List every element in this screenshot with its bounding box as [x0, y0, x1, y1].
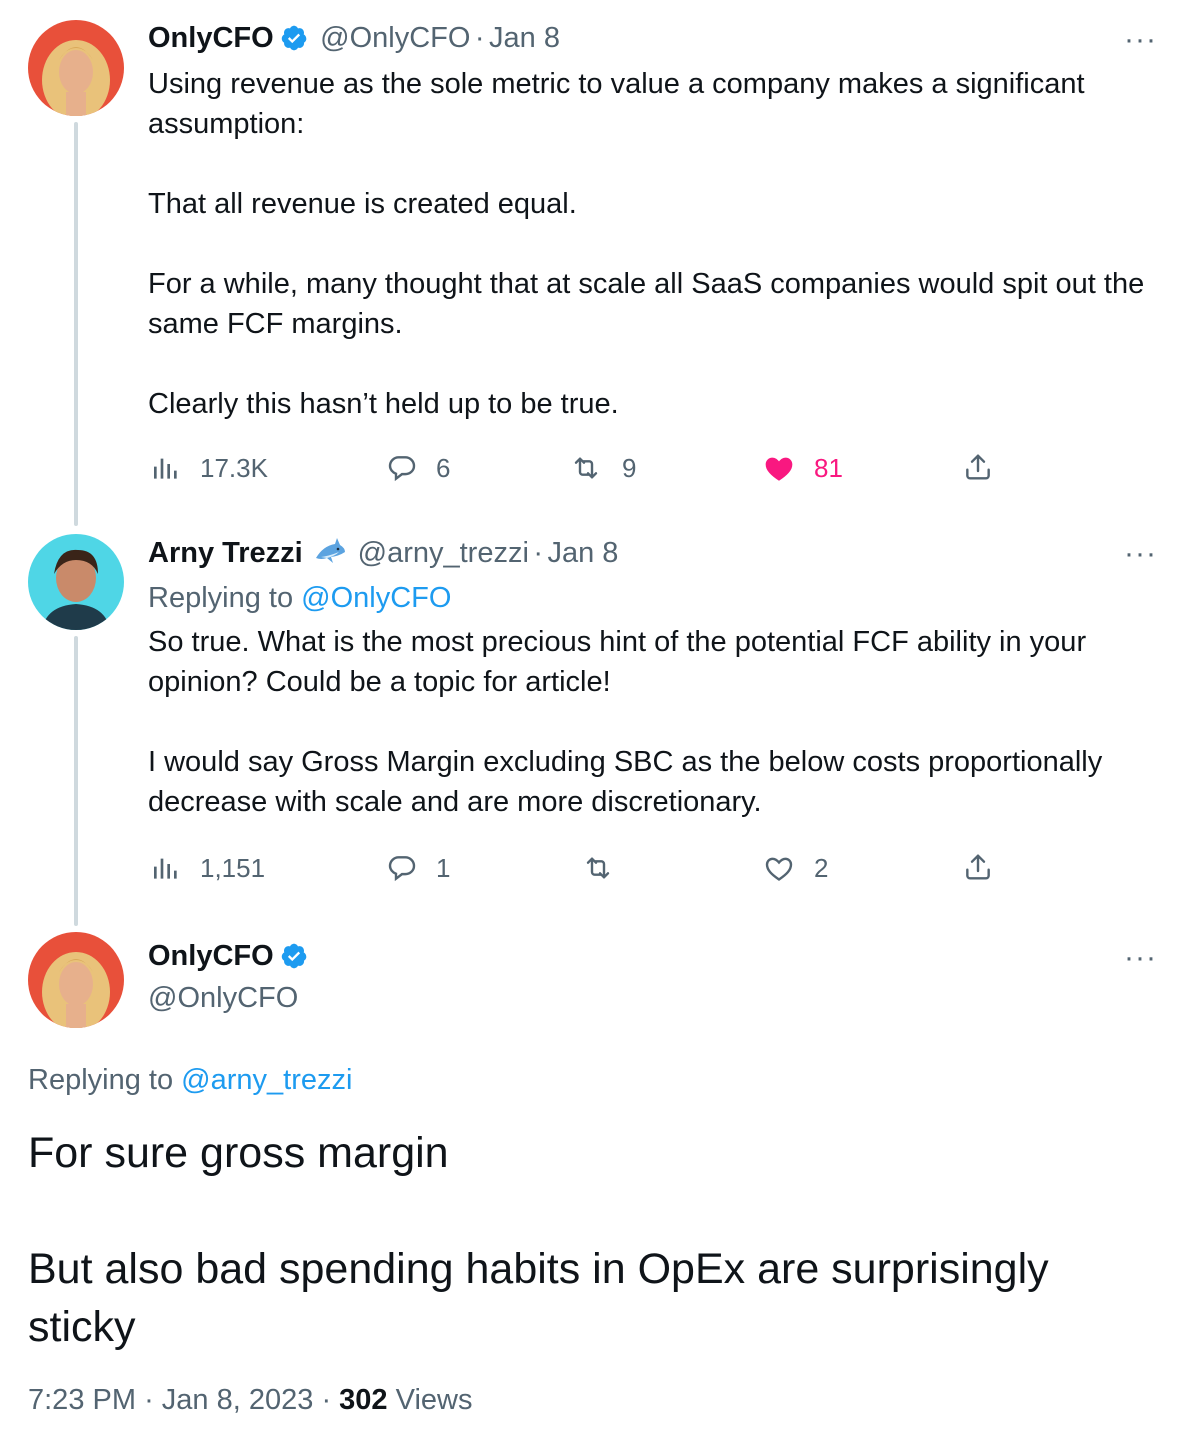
tweet-time[interactable]: 7:23 PM [28, 1384, 136, 1416]
replying-to-label: Replying to [28, 1064, 174, 1096]
verified-badge-icon [280, 942, 308, 975]
author-handle[interactable]: @OnlyCFO [320, 22, 470, 54]
replying-to-handle[interactable]: @arny_trezzi [181, 1064, 352, 1096]
separator-dot: · [321, 1384, 332, 1416]
retweet-icon [586, 857, 610, 879]
verified-badge-icon [280, 24, 308, 57]
views-count: 17.3K [200, 452, 268, 483]
avatar-arny-trezzi[interactable] [28, 534, 124, 630]
heart-filled-icon [765, 457, 793, 481]
author-name[interactable]: Arny Trezzi [148, 537, 303, 569]
author-name[interactable]: OnlyCFO [148, 22, 274, 54]
separator-dot: · [474, 22, 485, 54]
reply-count: 6 [436, 452, 451, 483]
separator-dot: · [533, 537, 544, 569]
share-icon [966, 854, 990, 880]
reply-action[interactable]: 1 [386, 852, 450, 884]
tweet-date[interactable]: Jan 8 [547, 537, 618, 569]
like-count: 81 [814, 452, 843, 483]
author-handle[interactable]: @arny_trezzi [358, 537, 529, 569]
tweet-2-header: Arny Trezzi @arny_trezzi · Jan 8 [148, 536, 618, 573]
tweet-date[interactable]: Jan 8 [489, 22, 560, 54]
reply-action[interactable]: 6 [386, 452, 450, 484]
reply-icon [388, 456, 416, 482]
retweet-action[interactable]: 9 [568, 452, 636, 484]
share-icon [966, 454, 990, 480]
more-options-icon[interactable]: ··· [1124, 25, 1157, 55]
tweet-2-text: So true. What is the most precious hint … [148, 626, 1103, 818]
avatar-onlycfo[interactable] [28, 932, 124, 1028]
thread-line [74, 636, 78, 926]
replying-to: Replying to @OnlyCFO [148, 582, 451, 615]
like-action[interactable]: 2 [762, 852, 828, 884]
focused-tweet-text: For sure gross margin But also bad spend… [28, 1129, 1049, 1351]
views-label: Views [395, 1384, 473, 1416]
focused-author: OnlyCFO [148, 940, 308, 975]
replying-to-label: Replying to [148, 582, 294, 614]
more-options-icon[interactable]: ··· [1124, 943, 1157, 973]
tweet-1-header: OnlyCFO @OnlyCFO · Jan 8 [148, 22, 560, 57]
avatar-onlycfo[interactable] [28, 20, 124, 116]
like-action[interactable]: 81 [762, 452, 843, 484]
shark-emoji-icon [313, 536, 347, 573]
replying-to-handle[interactable]: @OnlyCFO [301, 582, 451, 614]
retweet-action[interactable] [580, 852, 616, 884]
author-handle[interactable]: @OnlyCFO [148, 982, 298, 1015]
views-total[interactable]: 302 [339, 1384, 387, 1416]
retweet-count: 9 [622, 452, 637, 483]
retweet-icon [574, 457, 598, 479]
author-name[interactable]: OnlyCFO [148, 940, 274, 972]
tweet-meta: 7:23 PM · Jan 8, 2023 · 302 Views [28, 1384, 472, 1417]
tweet-1-text: Using revenue as the sole metric to valu… [148, 68, 1145, 420]
tweet-full-date[interactable]: Jan 8, 2023 [162, 1384, 314, 1416]
replying-to: Replying to @arny_trezzi [28, 1064, 352, 1097]
reply-icon [388, 856, 416, 882]
views-action[interactable]: 1,151 [150, 852, 265, 884]
views-icon [154, 858, 177, 879]
views-count: 1,151 [200, 852, 266, 883]
views-icon [154, 458, 177, 479]
more-options-icon[interactable]: ··· [1124, 539, 1157, 569]
reply-count: 1 [436, 852, 451, 883]
share-action[interactable] [962, 850, 994, 884]
heart-outline-icon [765, 857, 793, 881]
thread-line [74, 122, 78, 526]
like-count: 2 [814, 852, 829, 883]
share-action[interactable] [962, 450, 994, 484]
views-action[interactable]: 17.3K [150, 452, 268, 484]
separator-dot: · [144, 1384, 154, 1416]
